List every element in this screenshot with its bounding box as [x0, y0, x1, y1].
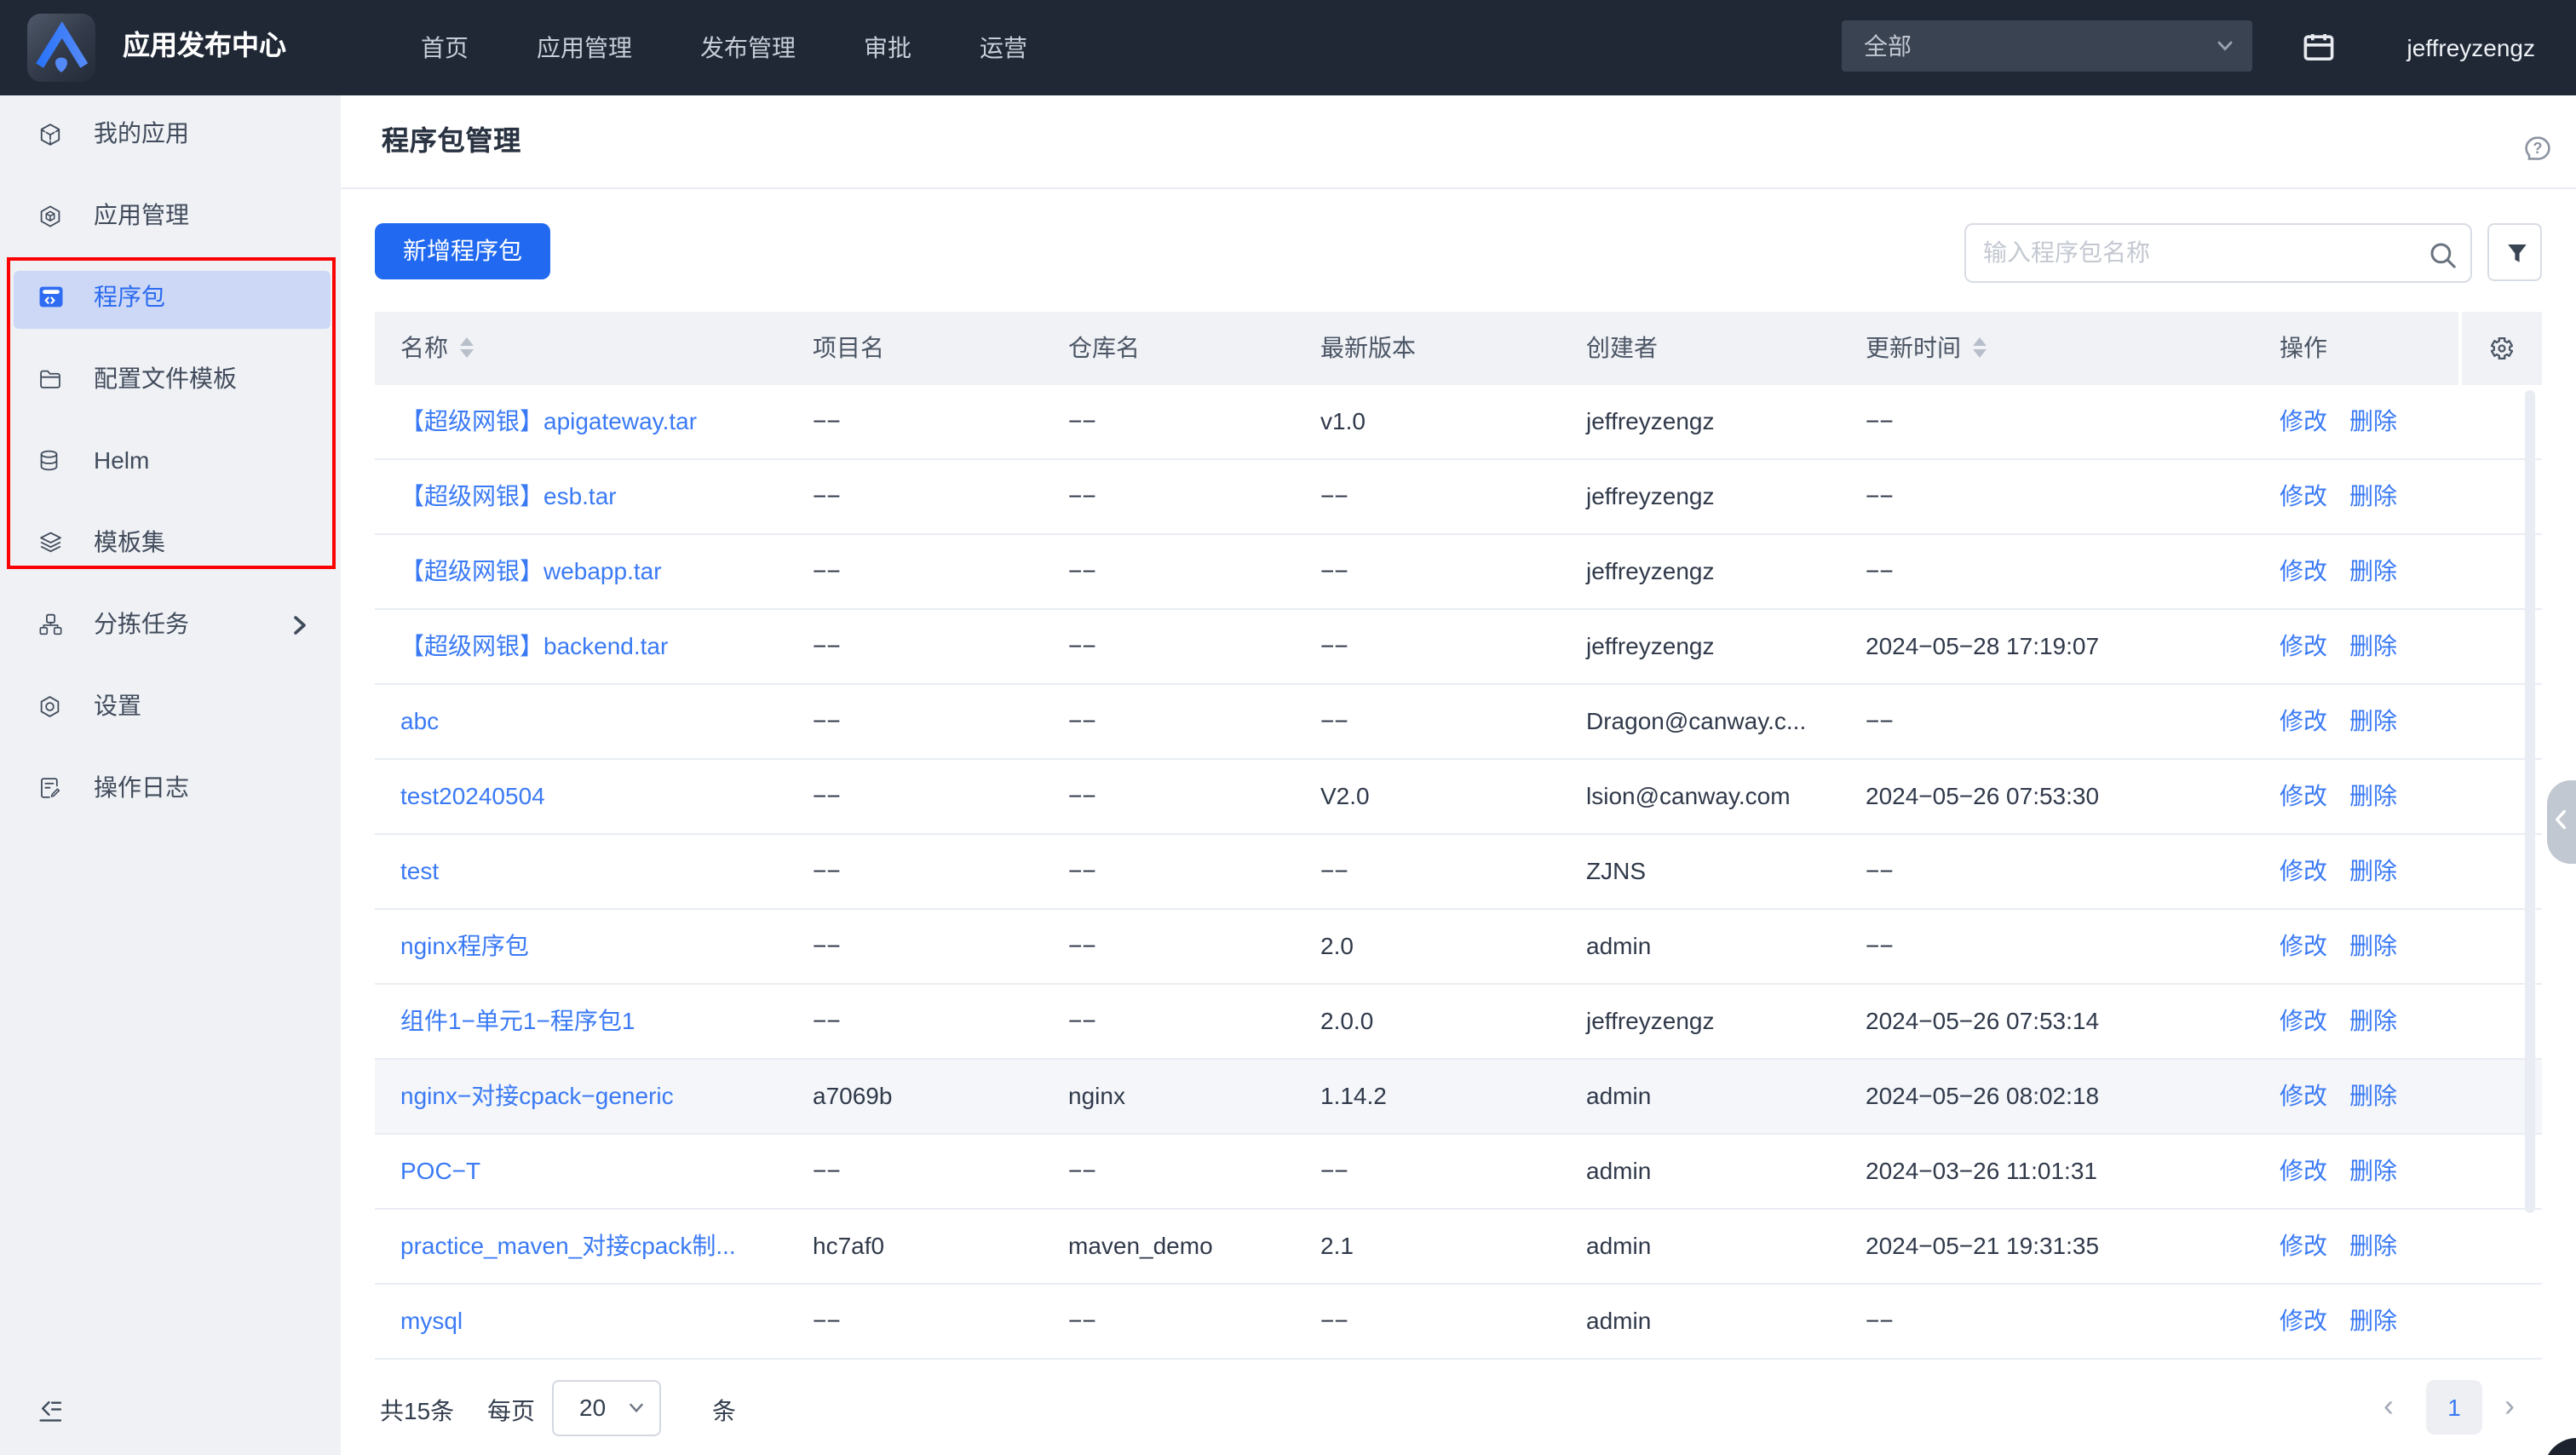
svg-text:?: ?	[2533, 140, 2543, 157]
